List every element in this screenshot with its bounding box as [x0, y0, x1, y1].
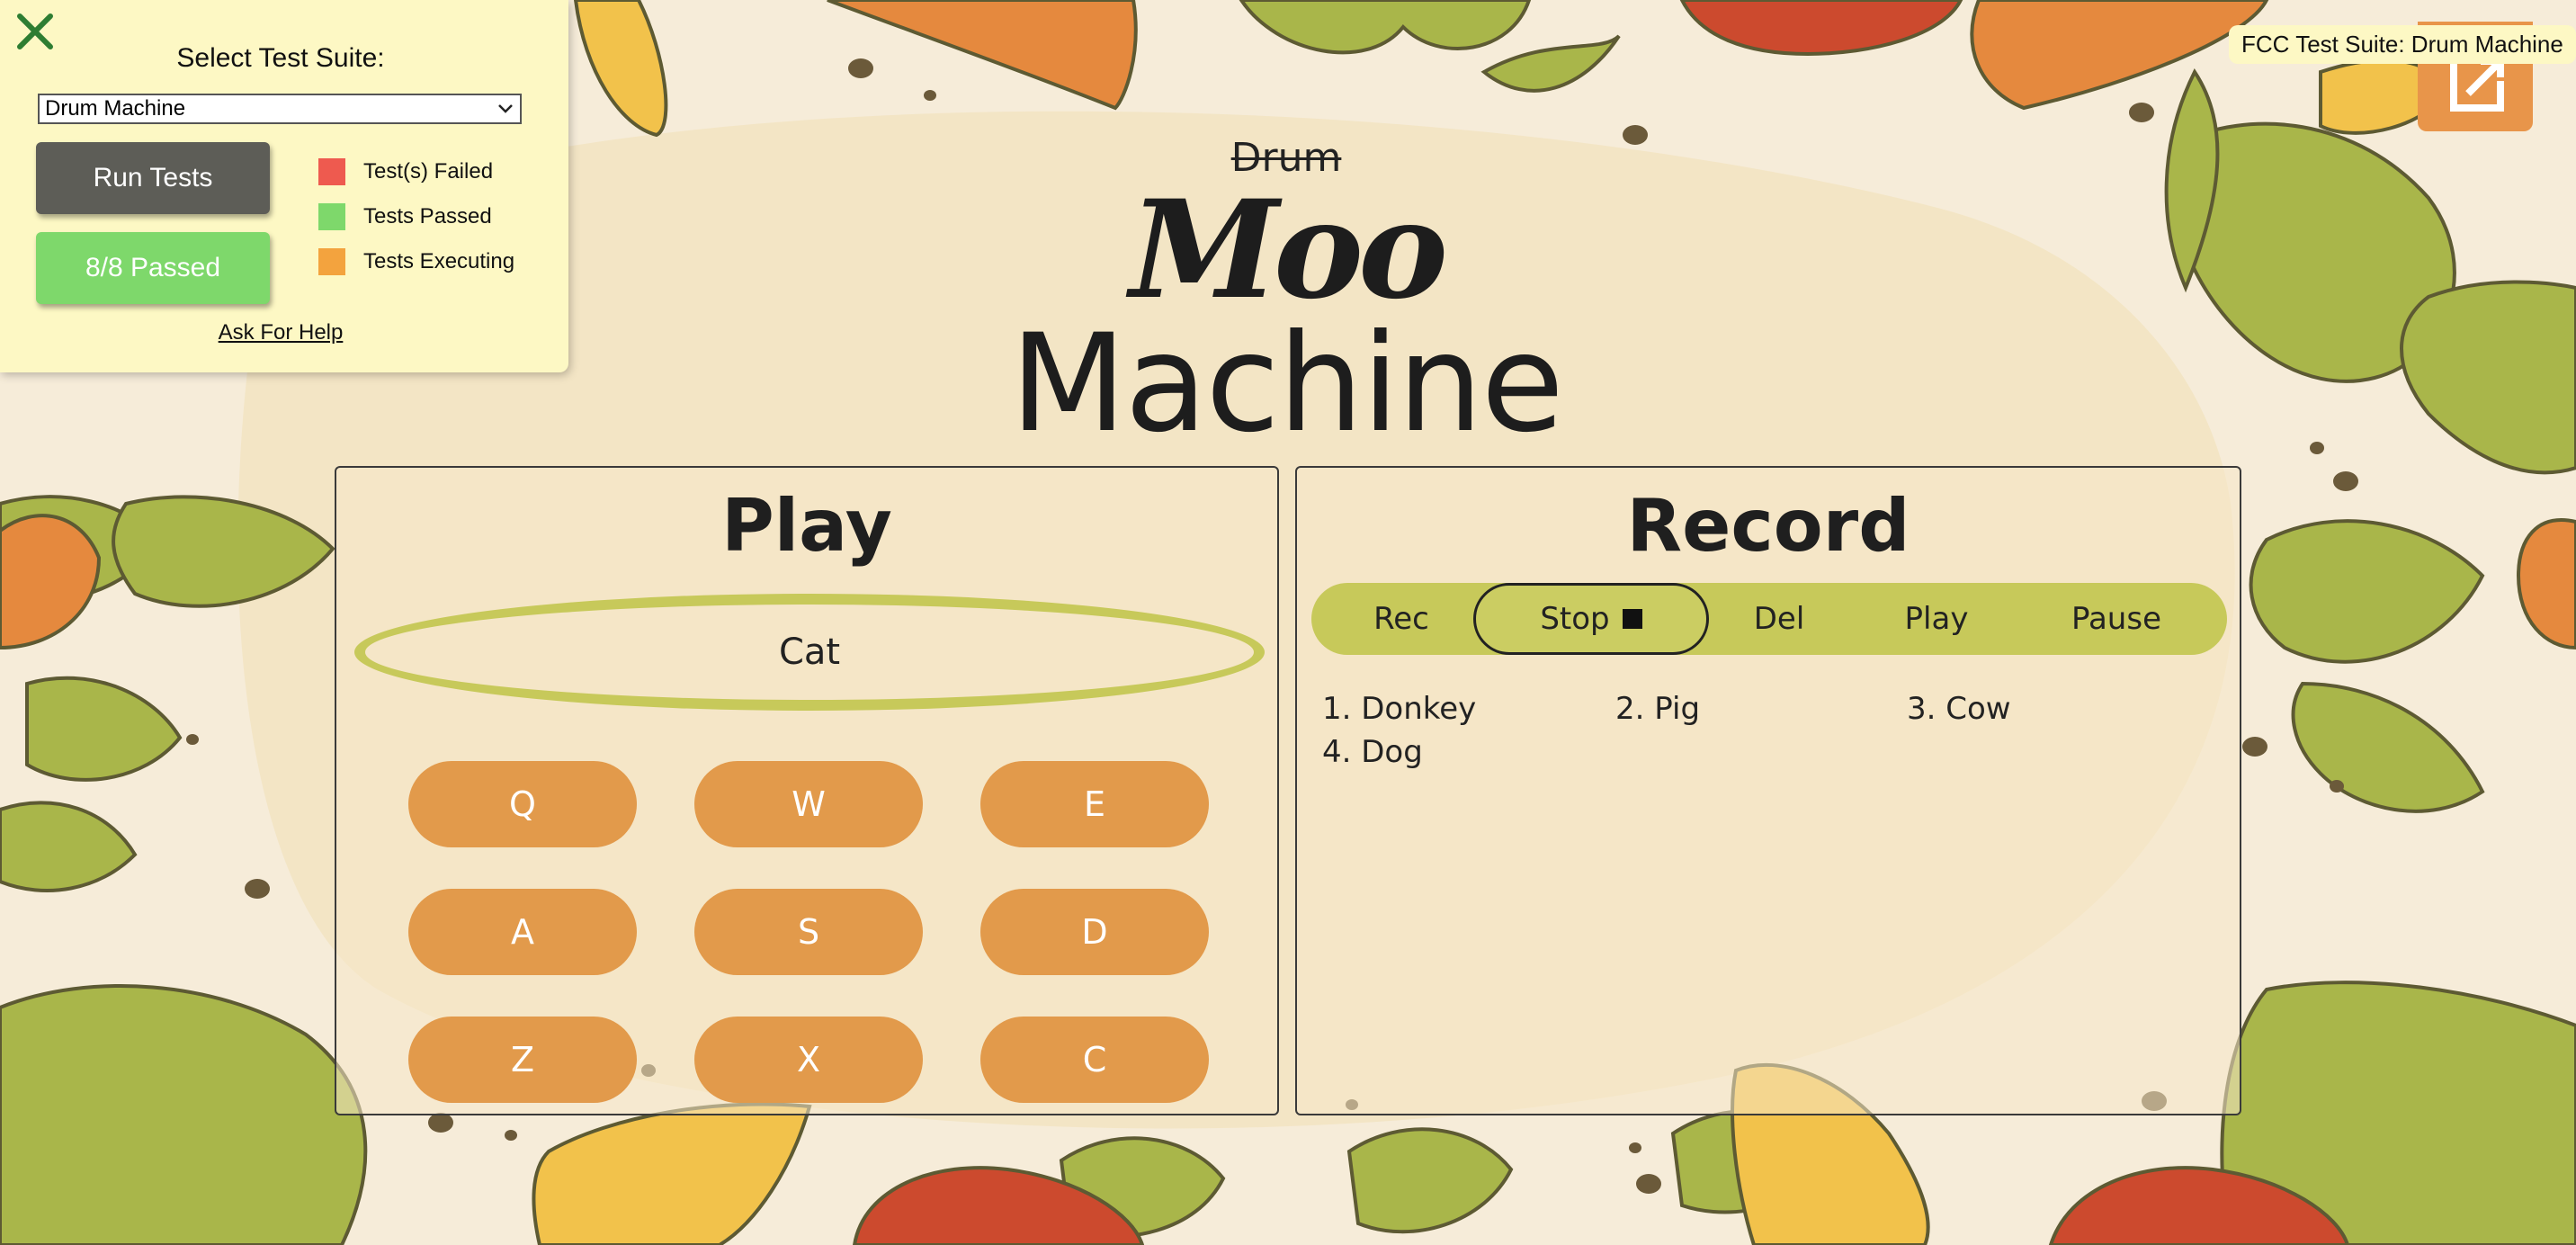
drum-pad-e[interactable]: E — [980, 761, 1209, 847]
record-panel: Record Rec Stop Del Play Pause 1. Donkey… — [1295, 466, 2241, 1115]
record-heading: Record — [1626, 484, 1910, 568]
run-tests-button[interactable]: Run Tests — [36, 142, 270, 214]
sequence-item: 4. Dog — [1322, 734, 1423, 770]
failed-swatch — [318, 158, 345, 185]
play-heading: Play — [721, 484, 892, 568]
drum-pad-s[interactable]: S — [694, 889, 923, 975]
executing-swatch — [318, 248, 345, 275]
stop-label: Stop — [1540, 601, 1610, 637]
app-title: Drum Moo Machine — [989, 126, 1583, 462]
legend-executing: Tests Executing — [318, 248, 514, 275]
del-label: Del — [1753, 601, 1805, 637]
rec-label: Rec — [1373, 601, 1429, 637]
title-machine: Machine — [1010, 306, 1564, 462]
test-suite-label: Select Test Suite: — [176, 43, 385, 73]
legend-failed: Test(s) Failed — [318, 158, 493, 185]
drum-pad-d[interactable]: D — [980, 889, 1209, 975]
legend-passed-label: Tests Passed — [363, 204, 492, 228]
record-controls: Rec Stop Del Play Pause — [1311, 583, 2227, 655]
tests-passed-label: 8/8 Passed — [85, 253, 221, 282]
pause-label: Pause — [2071, 601, 2161, 637]
fcc-tooltip: FCC Test Suite: Drum Machine — [2229, 25, 2576, 64]
sequence-item: 3. Cow — [1907, 691, 2011, 727]
drum-pad-c[interactable]: C — [980, 1017, 1209, 1103]
drum-pad-q[interactable]: Q — [408, 761, 637, 847]
stop-button[interactable]: Stop — [1473, 583, 1709, 655]
play-label: Play — [1904, 601, 1969, 637]
pause-button[interactable]: Pause — [2040, 583, 2193, 655]
run-tests-label: Run Tests — [93, 163, 213, 193]
passed-swatch — [318, 203, 345, 230]
play-panel: Play Cat Q W E A S D Z X C — [335, 466, 1279, 1115]
sequence-item: 1. Donkey — [1322, 691, 1477, 727]
chevron-down-icon — [498, 104, 513, 113]
ask-for-help-link[interactable]: Ask For Help — [0, 320, 561, 345]
test-suite-selected: Drum Machine — [45, 96, 186, 121]
legend-passed: Tests Passed — [318, 203, 492, 230]
sequence-item: 2. Pig — [1615, 691, 1701, 727]
sound-display: Cat — [354, 594, 1265, 711]
stop-square-icon — [1622, 609, 1642, 629]
rec-button[interactable]: Rec — [1347, 583, 1455, 655]
drum-pad-z[interactable]: Z — [408, 1017, 637, 1103]
test-suite-select[interactable]: Drum Machine — [38, 94, 522, 124]
play-button[interactable]: Play — [1869, 583, 2004, 655]
sound-display-text: Cat — [778, 631, 841, 673]
drum-pad-a[interactable]: A — [408, 889, 637, 975]
fcc-test-panel: Select Test Suite: Drum Machine Run Test… — [0, 0, 568, 372]
legend-failed-label: Test(s) Failed — [363, 159, 494, 184]
del-button[interactable]: Del — [1725, 583, 1833, 655]
legend-executing-label: Tests Executing — [363, 249, 515, 273]
drum-pad-x[interactable]: X — [694, 1017, 923, 1103]
tests-passed-button[interactable]: 8/8 Passed — [36, 232, 270, 304]
drum-pad-w[interactable]: W — [694, 761, 923, 847]
